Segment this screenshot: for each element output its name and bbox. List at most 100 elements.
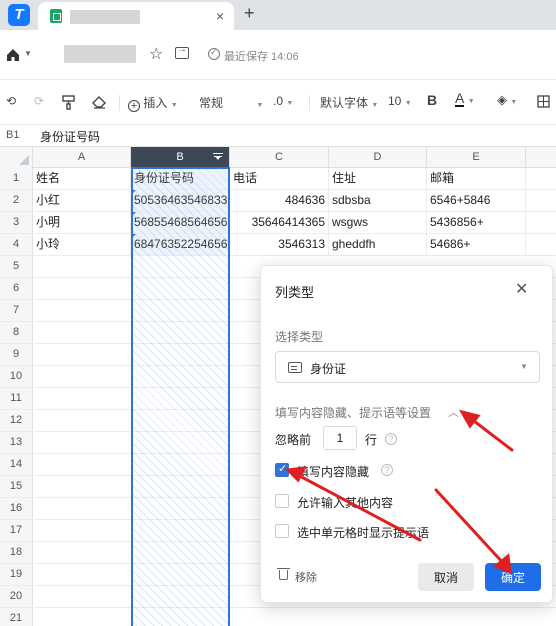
font-family-select[interactable]: 默认字体 ▼ (320, 94, 378, 111)
cell-c4[interactable]: 3546313 (230, 234, 329, 255)
help-icon[interactable]: ? (381, 464, 393, 476)
clear-format-icon[interactable] (92, 96, 106, 109)
home-caret-icon[interactable]: ▼ (24, 49, 32, 58)
insert-label: 插入 (143, 96, 168, 110)
cell-reference[interactable]: B1 (6, 129, 19, 141)
chevron-down-icon: ▼ (467, 98, 475, 105)
row-header[interactable]: 16 (0, 498, 33, 519)
chevron-up-icon[interactable]: ︿ (448, 404, 459, 420)
column-type-dialog: 列类型 ✕ 选择类型 身份证 ▼ 填写内容隐藏、提示语等设置 ︿ 忽略前 1 行… (260, 265, 553, 603)
row-header[interactable]: 14 (0, 454, 33, 475)
document-title-bar: ▼ ☆ 最近保存 14:06 (0, 30, 556, 80)
cancel-button[interactable]: 取消 (418, 563, 474, 591)
chevron-down-icon: ▼ (404, 100, 412, 107)
help-icon[interactable]: ? (385, 433, 397, 445)
toolbar: ⟲ ⟳ + 插入 ▼ 常规 ▼ .0 ▼ 默认字体 ▼ 10 ▼ B A ▼ ◈… (0, 91, 556, 115)
fill-color-button[interactable]: ◈ ▼ (497, 92, 517, 108)
cell-d3[interactable]: wsgws (329, 212, 427, 233)
redo-icon[interactable]: ⟳ (34, 94, 44, 108)
row-header[interactable]: 9 (0, 344, 33, 365)
borders-icon[interactable] (537, 95, 550, 108)
cell-c3[interactable]: 35646414365 (230, 212, 329, 233)
row-header[interactable]: 7 (0, 300, 33, 321)
bold-button[interactable]: B (427, 92, 437, 108)
hide-content-checkbox[interactable] (275, 462, 289, 477)
cell-e1[interactable]: 邮箱 (427, 168, 526, 189)
font-size-select[interactable]: 10 ▼ (388, 94, 412, 108)
move-to-folder-icon[interactable] (175, 44, 189, 59)
cell-b3[interactable]: 56855468564656 (131, 212, 230, 233)
tab-title-redacted (70, 10, 140, 24)
cell-e4[interactable]: 54686+ (427, 234, 526, 255)
font-color-button[interactable]: A ▼ (455, 91, 475, 107)
row-header[interactable]: 21 (0, 608, 33, 626)
row-header[interactable]: 11 (0, 388, 33, 409)
chevron-down-icon: ▼ (510, 99, 518, 106)
row-header[interactable]: 2 (0, 190, 33, 211)
cell-e3[interactable]: 5436856+ (427, 212, 526, 233)
column-header-a[interactable]: A (33, 147, 131, 168)
number-format-select[interactable]: 常规 ▼ (199, 94, 263, 111)
allow-other-input-checkbox[interactable] (275, 494, 289, 508)
row-header[interactable]: 3 (0, 212, 33, 233)
cell-c1[interactable]: 电话 (230, 168, 329, 189)
row-header[interactable]: 17 (0, 520, 33, 541)
column-header-e[interactable]: E (427, 147, 526, 168)
column-header-d[interactable]: D (329, 147, 427, 168)
cell-a1[interactable]: 姓名 (33, 168, 131, 189)
row-header[interactable]: 12 (0, 410, 33, 431)
cell-a4[interactable]: 小玲 (33, 234, 131, 255)
cell-b2[interactable]: 50536463546833 (131, 190, 230, 211)
allow-other-input-label[interactable]: 允许输入其他内容 (297, 494, 393, 511)
decimal-places-button[interactable]: .0 ▼ (273, 94, 293, 108)
browser-tab[interactable]: × (38, 2, 234, 30)
hide-content-label[interactable]: 填写内容隐藏 (297, 463, 369, 480)
row-header[interactable]: 20 (0, 586, 33, 607)
cell-a2[interactable]: 小红 (33, 190, 131, 211)
cell-d1[interactable]: 住址 (329, 168, 427, 189)
format-painter-icon[interactable] (62, 95, 75, 110)
row-header[interactable]: 10 (0, 366, 33, 387)
undo-icon[interactable]: ⟲ (6, 94, 16, 108)
cell-a3[interactable]: 小明 (33, 212, 131, 233)
cell-e2[interactable]: 6546+5846 (427, 190, 526, 211)
app-logo-icon[interactable]: T (8, 4, 30, 26)
column-type-select[interactable]: 身份证 ▼ (275, 351, 540, 383)
row-header[interactable]: 13 (0, 432, 33, 453)
star-icon[interactable]: ☆ (149, 44, 163, 64)
column-type-value: 身份证 (310, 362, 347, 376)
new-tab-icon[interactable]: + (244, 3, 255, 24)
show-tooltip-label[interactable]: 选中单元格时显示提示语 (297, 524, 429, 541)
show-tooltip-checkbox[interactable] (275, 524, 289, 538)
row-header[interactable]: 5 (0, 256, 33, 277)
cell-c2[interactable]: 484636 (230, 190, 329, 211)
column-menu-icon[interactable] (213, 153, 223, 162)
formula-input[interactable]: 身份证号码 (40, 128, 100, 145)
row-header[interactable]: 19 (0, 564, 33, 585)
row-header[interactable]: 4 (0, 234, 33, 255)
row-header[interactable]: 8 (0, 322, 33, 343)
insert-button[interactable]: + 插入 ▼ (128, 94, 178, 112)
cell-d2[interactable]: sdbsba (329, 190, 427, 211)
row-header[interactable]: 18 (0, 542, 33, 563)
close-icon[interactable]: ✕ (515, 279, 528, 299)
row-header[interactable]: 15 (0, 476, 33, 497)
select-type-label: 选择类型 (275, 330, 324, 344)
column-header-b[interactable]: B (131, 147, 230, 168)
cell-b4[interactable]: 68476352254656 (131, 234, 230, 255)
confirm-button[interactable]: 确定 (485, 563, 541, 591)
row-header[interactable]: 1 (0, 168, 33, 189)
row-header[interactable]: 6 (0, 278, 33, 299)
advanced-settings-toggle[interactable]: 填写内容隐藏、提示语等设置 (275, 404, 431, 421)
toolbar-divider (309, 95, 310, 111)
cell-b1[interactable]: 身份证号码 (131, 168, 230, 189)
tab-close-icon[interactable]: × (216, 8, 224, 24)
home-icon[interactable] (6, 48, 20, 62)
cell-d4[interactable]: gheddfh (329, 234, 427, 255)
select-all-corner[interactable] (0, 147, 33, 168)
ignore-rows-input[interactable]: 1 (323, 426, 357, 450)
chevron-down-icon: ▼ (520, 362, 528, 371)
column-header-c[interactable]: C (230, 147, 329, 168)
document-title-redacted[interactable] (64, 45, 136, 63)
text-number-marker (131, 190, 136, 195)
